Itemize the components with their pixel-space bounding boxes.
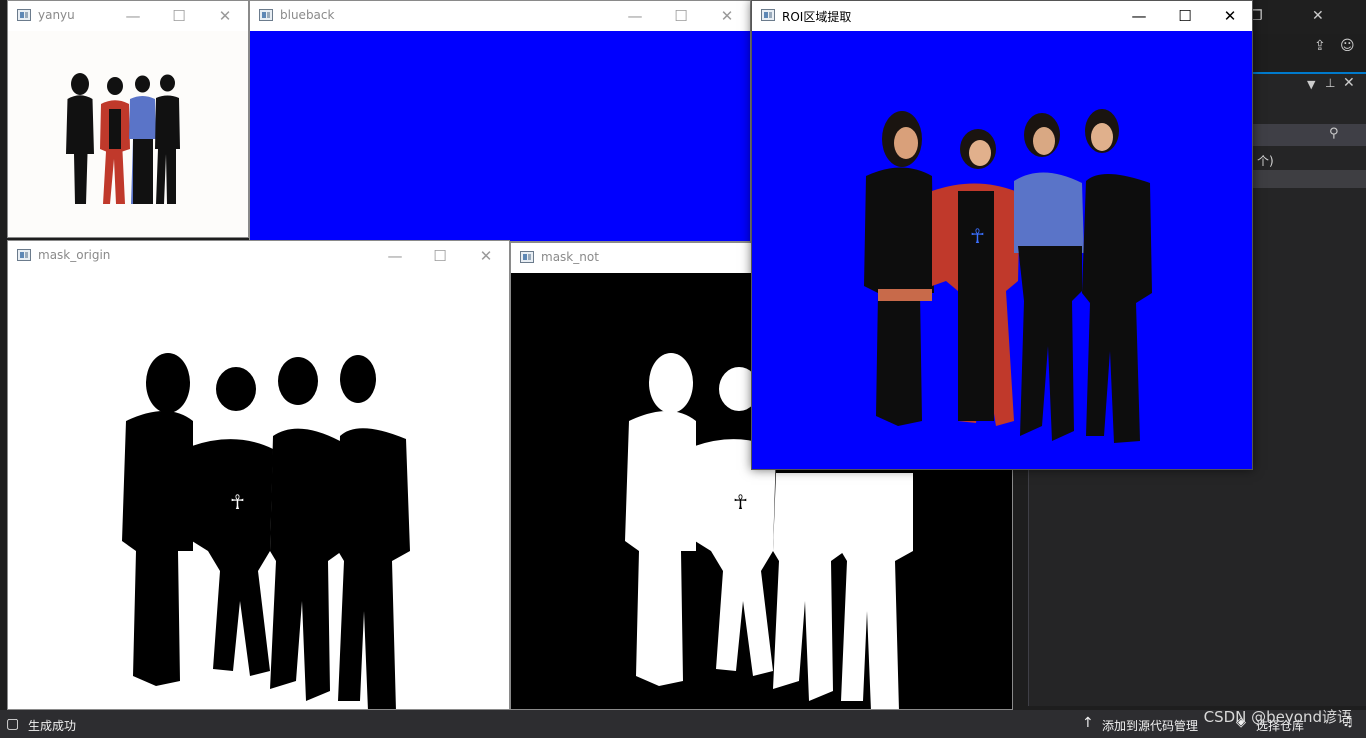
panel-selected-row[interactable] [1253, 170, 1366, 188]
window-roi[interactable]: ROI区域提取 — ☐ ✕ ☥ [751, 0, 1253, 470]
panel-item-fragment: 个) [1257, 154, 1274, 168]
minimize-button[interactable]: — [1116, 1, 1162, 31]
app-icon [259, 9, 273, 21]
panel-close-icon[interactable]: ✕ [1343, 75, 1355, 91]
ankh-mark: ☥ [230, 490, 245, 514]
watermark: CSDN @beyond谚语 [1203, 708, 1352, 726]
window-yanyu[interactable]: yanyu — ☐ ✕ [7, 0, 249, 238]
window-title: blueback [280, 8, 335, 22]
add-source-control-button[interactable]: 添加到源代码管理 [1102, 717, 1198, 734]
window-title: mask_origin [38, 248, 111, 262]
titlebar[interactable]: mask_origin — ☐ ✕ [8, 241, 509, 271]
band-on-blue [864, 109, 1152, 443]
titlebar[interactable]: ROI区域提取 — ☐ ✕ [752, 1, 1252, 31]
status-bar: ▢ 生成成功 ↑ 添加到源代码管理 ◈ 选择仓库 ♫ [0, 710, 1366, 738]
search-icon: ⚲ [1329, 126, 1339, 141]
panel-search-box[interactable]: ⚲ [1253, 124, 1366, 146]
maximize-button[interactable]: ☐ [156, 1, 202, 31]
build-status: 生成成功 [28, 719, 77, 733]
share-icon[interactable]: ⇪ [1314, 38, 1326, 54]
titlebar[interactable]: blueback — ☐ ✕ [250, 1, 750, 31]
ankh-mark: ☥ [970, 224, 985, 248]
image-mask-origin: ☥ [8, 271, 509, 709]
app-icon [520, 251, 534, 263]
feedback-icon[interactable]: ☺ [1340, 38, 1355, 54]
maximize-button[interactable]: ☐ [417, 241, 463, 271]
up-arrow-icon: ↑ [1082, 715, 1094, 731]
ankh-mark: ☥ [733, 490, 748, 514]
window-mask-origin[interactable]: mask_origin — ☐ ✕ ☥ [7, 240, 510, 710]
maximize-button[interactable]: ☐ [658, 1, 704, 31]
app-icon [17, 9, 31, 21]
image-roi-result: ☥ [752, 31, 1252, 469]
close-button[interactable]: ✕ [463, 241, 509, 271]
close-button[interactable]: ✕ [1207, 1, 1252, 31]
app-icon [17, 249, 31, 261]
close-icon[interactable]: ✕ [1312, 8, 1324, 24]
band-photo [66, 73, 180, 204]
image-blueback [250, 31, 750, 241]
minimize-button[interactable]: — [110, 1, 156, 31]
minimize-button[interactable]: — [612, 1, 658, 31]
close-button[interactable]: ✕ [202, 1, 248, 31]
minimize-button[interactable]: — [372, 241, 418, 271]
window-title: mask_not [541, 250, 599, 264]
maximize-button[interactable]: ☐ [1162, 1, 1208, 31]
image-yanyu [8, 31, 248, 237]
window-title: yanyu [38, 8, 75, 22]
window-blueback[interactable]: blueback — ☐ ✕ [249, 0, 751, 242]
titlebar[interactable]: yanyu — ☐ ✕ [8, 1, 248, 31]
pin-icon[interactable]: ⊥ [1325, 76, 1335, 90]
app-icon [761, 9, 775, 21]
chat-icon: ▢ [6, 716, 20, 732]
close-button[interactable]: ✕ [704, 1, 750, 31]
dropdown-icon[interactable]: ▼ [1307, 78, 1315, 91]
window-title: ROI区域提取 [782, 10, 852, 24]
silhouette-group [122, 353, 410, 709]
